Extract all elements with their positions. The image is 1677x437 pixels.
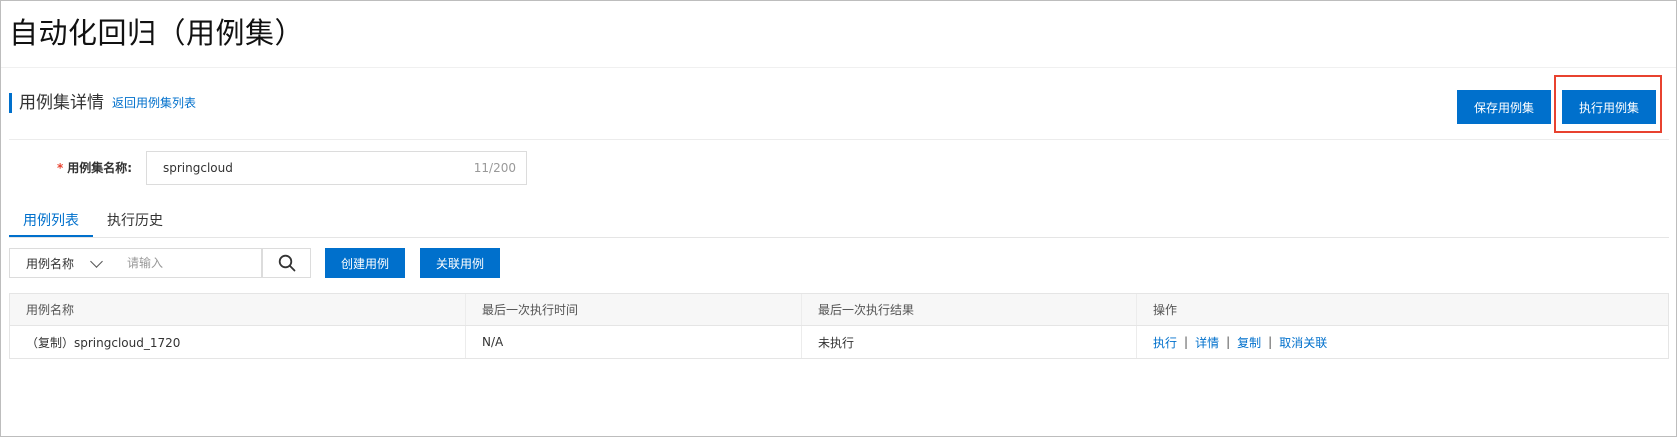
case-detail-link[interactable]: 详情 xyxy=(1195,334,1219,351)
case-set-name-label: * 用例集名称: xyxy=(57,158,132,178)
action-separator: | xyxy=(1268,335,1273,349)
column-header-case-name: 用例名称 xyxy=(10,294,466,325)
case-set-name-label-text: 用例集名称: xyxy=(67,161,133,175)
case-table: 用例名称 最后一次执行时间 最后一次执行结果 操作 （复制）springclou… xyxy=(9,293,1669,359)
cell-case-name: （复制）springcloud_1720 xyxy=(10,326,466,358)
action-separator: | xyxy=(1226,335,1231,349)
tab-run-history[interactable]: 执行历史 xyxy=(93,207,177,237)
create-case-button[interactable]: 创建用例 xyxy=(325,248,405,278)
unlink-case-link[interactable]: 取消关联 xyxy=(1279,334,1327,351)
run-case-link[interactable]: 执行 xyxy=(1153,334,1177,351)
run-case-set-button[interactable]: 执行用例集 xyxy=(1562,90,1656,124)
section-header: 用例集详情 返回用例集列表 xyxy=(9,93,196,113)
back-to-list-link[interactable]: 返回用例集列表 xyxy=(112,93,196,113)
search-icon xyxy=(278,254,295,272)
case-set-name-value: springcloud xyxy=(163,161,233,175)
action-separator: | xyxy=(1184,335,1189,349)
chevron-down-icon xyxy=(90,255,103,268)
copy-case-link[interactable]: 复制 xyxy=(1237,334,1261,351)
save-case-set-button[interactable]: 保存用例集 xyxy=(1457,90,1551,124)
table-row: （复制）springcloud_1720 N/A 未执行 执行 | 详情 | 复… xyxy=(10,326,1668,358)
section-accent-bar xyxy=(9,93,12,113)
section-title: 用例集详情 xyxy=(19,93,104,113)
section-divider xyxy=(9,139,1669,140)
column-header-last-run-time: 最后一次执行时间 xyxy=(466,294,802,325)
cell-actions: 执行 | 详情 | 复制 | 取消关联 xyxy=(1137,326,1668,358)
app-window: 自动化回归（用例集） 用例集详情 返回用例集列表 保存用例集 执行用例集 * 用例… xyxy=(0,0,1677,437)
cell-last-run-result: 未执行 xyxy=(802,326,1137,358)
link-case-button[interactable]: 关联用例 xyxy=(420,248,500,278)
search-input[interactable] xyxy=(111,248,262,278)
tab-bar: 用例列表 执行历史 xyxy=(9,207,177,237)
required-mark: * xyxy=(57,161,64,175)
cell-last-run-time: N/A xyxy=(466,326,802,358)
tab-case-list[interactable]: 用例列表 xyxy=(9,207,93,237)
filter-field-select[interactable]: 用例名称 xyxy=(9,248,112,278)
table-header-row: 用例名称 最后一次执行时间 最后一次执行结果 操作 xyxy=(10,294,1668,326)
case-set-name-input[interactable]: springcloud 11/200 xyxy=(146,151,527,185)
char-counter: 11/200 xyxy=(473,161,516,175)
filter-field-value: 用例名称 xyxy=(26,256,75,271)
search-button[interactable] xyxy=(262,248,311,278)
tab-underline-divider xyxy=(9,237,1669,238)
page-title: 自动化回归（用例集） xyxy=(9,16,305,50)
header-divider xyxy=(1,67,1676,68)
column-header-last-run-result: 最后一次执行结果 xyxy=(802,294,1137,325)
column-header-actions: 操作 xyxy=(1153,303,1178,317)
